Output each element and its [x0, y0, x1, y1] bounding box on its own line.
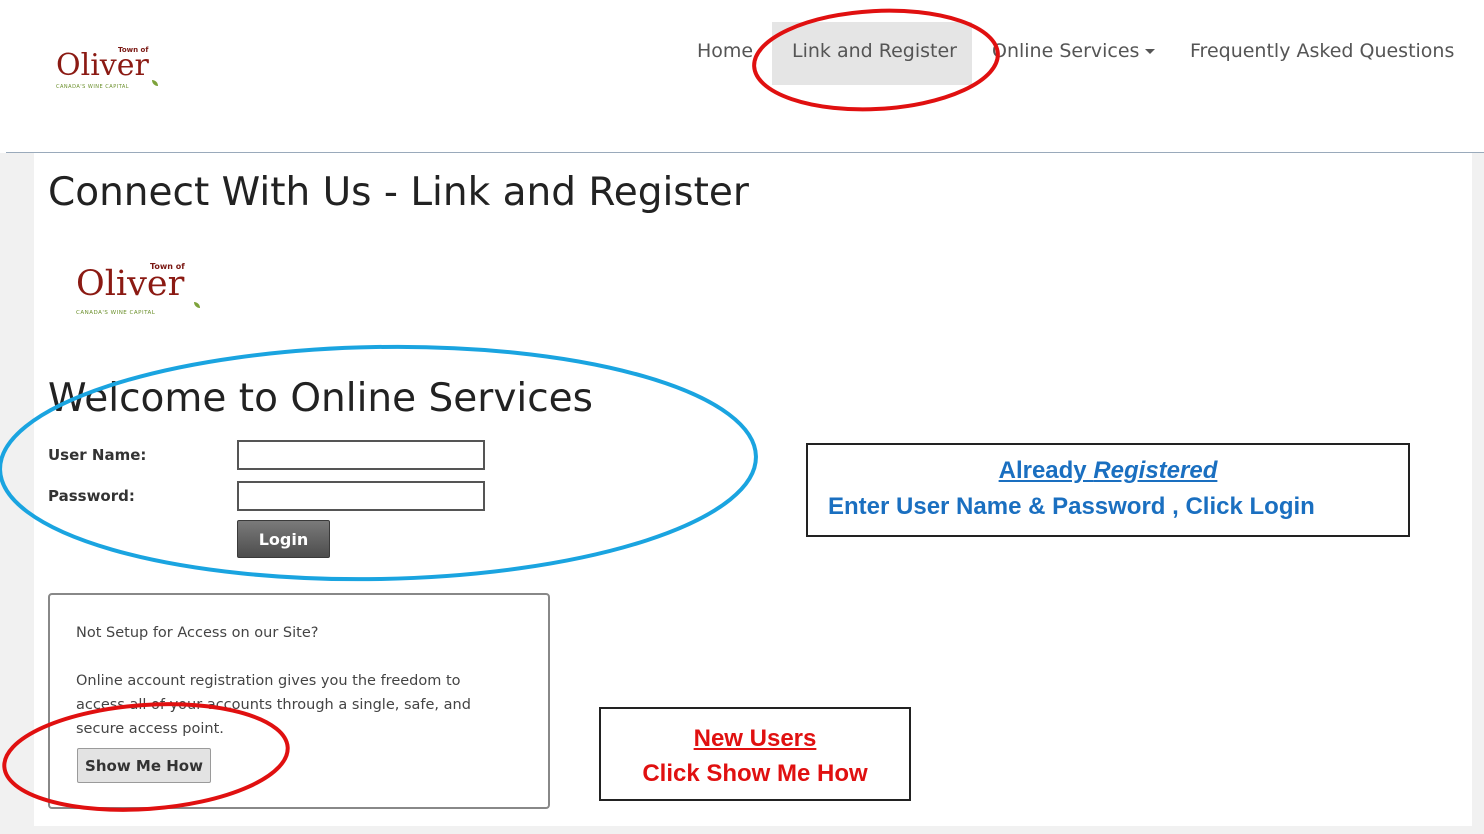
page-gutter-left	[0, 153, 34, 834]
nav-home[interactable]: Home	[697, 40, 753, 62]
show-me-how-button[interactable]: Show Me How	[77, 748, 211, 783]
already-registered-instructions: Enter User Name & Password , Click Login	[828, 493, 1315, 520]
leaf-icon	[194, 302, 200, 308]
page-gutter-right	[1472, 153, 1484, 834]
already-registered-emphasis: Registered	[1093, 457, 1218, 484]
registration-description-line-2: access all of your accounts through a si…	[76, 697, 471, 713]
caret-down-icon	[1145, 49, 1156, 54]
logo-tagline: CANADA'S WINE CAPITAL	[76, 310, 156, 316]
page-gutter-bottom	[0, 826, 1484, 834]
logo-wordmark: Oliver	[56, 48, 149, 83]
new-users-instructions: Click Show Me How	[642, 760, 868, 787]
already-registered-heading: Already Registered	[808, 457, 1408, 485]
registration-question: Not Setup for Access on our Site?	[76, 625, 319, 641]
top-navbar: Town of Oliver CANADA'S WINE CAPITAL Hom…	[0, 0, 1484, 152]
logo-wordmark: Oliver	[76, 264, 185, 304]
oliver-logo[interactable]: Town of Oliver CANADA'S WINE CAPITAL	[56, 46, 166, 94]
login-button[interactable]: Login	[237, 520, 330, 558]
page-title: Connect With Us - Link and Register	[48, 170, 749, 215]
registration-description-line-3: secure access point.	[76, 721, 224, 737]
nav-online-services-label: Online Services	[992, 40, 1140, 62]
new-users-heading: New Users	[693, 725, 817, 752]
password-label: Password:	[48, 487, 135, 505]
nav-link-and-register[interactable]: Link and Register	[792, 40, 957, 62]
username-field[interactable]	[237, 440, 485, 470]
new-users-callout: New Users Click Show Me How	[599, 707, 911, 801]
already-registered-prefix: Already	[998, 457, 1094, 484]
registration-description-line-1: Online account registration gives you th…	[76, 673, 461, 689]
oliver-logo-content: Town of Oliver CANADA'S WINE CAPITAL	[76, 262, 204, 320]
nav-online-services[interactable]: Online Services	[992, 40, 1156, 62]
password-field[interactable]	[237, 481, 485, 511]
username-label: User Name:	[48, 446, 147, 464]
nav-faq[interactable]: Frequently Asked Questions	[1190, 40, 1454, 62]
leaf-icon	[152, 80, 158, 86]
registration-panel: Not Setup for Access on our Site? Online…	[48, 593, 550, 809]
logo-tagline: CANADA'S WINE CAPITAL	[56, 84, 130, 90]
already-registered-callout: Already Registered Enter User Name & Pas…	[806, 443, 1410, 537]
welcome-heading: Welcome to Online Services	[48, 376, 593, 421]
